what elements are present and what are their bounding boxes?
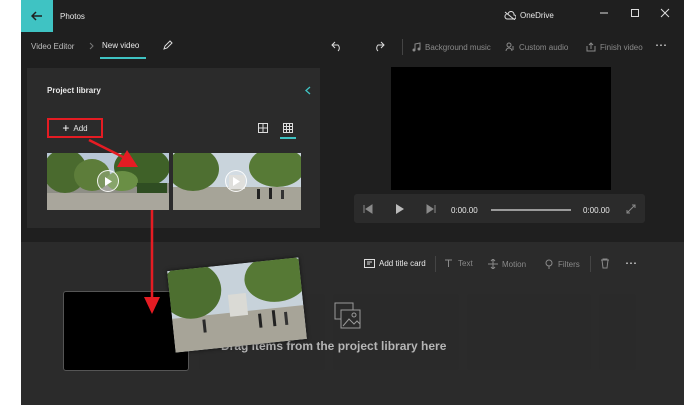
- pencil-icon[interactable]: [162, 40, 173, 51]
- storyboard-more-icon[interactable]: ⋯: [625, 256, 637, 270]
- maximize-icon: [631, 9, 639, 17]
- small-grid-icon[interactable]: [283, 123, 293, 133]
- motion-label: Motion: [502, 259, 527, 269]
- library-thumbnail-2[interactable]: [173, 153, 301, 210]
- play-button-icon[interactable]: [395, 204, 405, 214]
- custom-audio-label: Custom audio: [519, 42, 569, 52]
- more-options-icon[interactable]: ⋯: [655, 38, 667, 52]
- background-music-button[interactable]: Background music: [411, 42, 491, 52]
- fullscreen-icon[interactable]: [626, 204, 636, 214]
- background-music-label: Background music: [425, 42, 491, 52]
- filters-label: Filters: [558, 259, 580, 269]
- custom-audio-button[interactable]: Custom audio: [505, 42, 568, 52]
- next-frame-icon[interactable]: [426, 204, 436, 214]
- close-button[interactable]: [658, 6, 672, 20]
- play-icon: [225, 170, 247, 192]
- add-label: Add: [73, 123, 88, 133]
- text-label: Text: [458, 259, 473, 268]
- seek-bar[interactable]: [491, 209, 571, 211]
- dragged-park-image: [167, 257, 307, 353]
- collapse-panel-icon[interactable]: [305, 86, 311, 95]
- storyboard-slot-4[interactable]: [467, 294, 591, 370]
- project-name-underline: [100, 57, 146, 59]
- dragged-thumbnail: [167, 257, 307, 353]
- redo-icon[interactable]: [373, 40, 385, 52]
- maximize-button[interactable]: [628, 6, 642, 20]
- previous-frame-icon[interactable]: [363, 204, 373, 214]
- onedrive-label: OneDrive: [520, 11, 554, 20]
- cloud-off-icon: [504, 11, 516, 20]
- project-library-title: Project library: [47, 86, 101, 95]
- total-time: 0:00.00: [583, 206, 610, 215]
- trash-icon[interactable]: [600, 258, 610, 269]
- breadcrumb-video-editor[interactable]: Video Editor: [31, 42, 74, 51]
- add-button[interactable]: + Add: [47, 118, 103, 138]
- finish-video-button[interactable]: Finish video: [586, 42, 643, 52]
- storyboard-divider-1: [435, 256, 436, 272]
- minimize-icon: [600, 12, 608, 14]
- music-note-icon: [412, 42, 421, 52]
- share-icon: [586, 42, 596, 52]
- plus-icon: +: [62, 121, 70, 135]
- library-thumbnail-1[interactable]: [47, 153, 169, 210]
- title-card-icon: [364, 259, 375, 268]
- photos-placeholder-icon: [334, 302, 361, 329]
- person-audio-icon: [505, 42, 514, 52]
- storyboard-slot-5[interactable]: [599, 294, 636, 370]
- photos-window: Photos OneDrive Video Editor New video B…: [21, 0, 684, 405]
- arrow-left-icon: [31, 11, 42, 21]
- toolbar-divider: [402, 39, 403, 55]
- motion-icon: [488, 259, 498, 269]
- minimize-button[interactable]: [597, 6, 611, 20]
- text-icon: [445, 259, 452, 267]
- motion-button[interactable]: Motion: [488, 259, 526, 269]
- add-title-card-button[interactable]: Add title card: [364, 259, 426, 268]
- add-title-card-label: Add title card: [379, 259, 426, 268]
- close-icon: [660, 8, 670, 18]
- back-button[interactable]: [21, 0, 53, 32]
- finish-video-label: Finish video: [600, 42, 643, 52]
- onedrive-status[interactable]: OneDrive: [504, 11, 554, 20]
- app-title: Photos: [60, 12, 85, 21]
- storyboard-divider-2: [590, 256, 591, 272]
- filters-icon: [545, 259, 553, 269]
- large-grid-icon[interactable]: [258, 123, 268, 133]
- undo-icon[interactable]: [331, 40, 343, 52]
- project-name[interactable]: New video: [102, 41, 139, 50]
- current-time: 0:00.00: [451, 206, 478, 215]
- text-button[interactable]: Text: [444, 259, 473, 268]
- play-icon: [97, 170, 119, 192]
- chevron-right-icon: [89, 42, 94, 50]
- filters-button[interactable]: Filters: [544, 259, 580, 269]
- small-grid-selected-indicator: [280, 137, 296, 139]
- video-preview: [391, 67, 611, 190]
